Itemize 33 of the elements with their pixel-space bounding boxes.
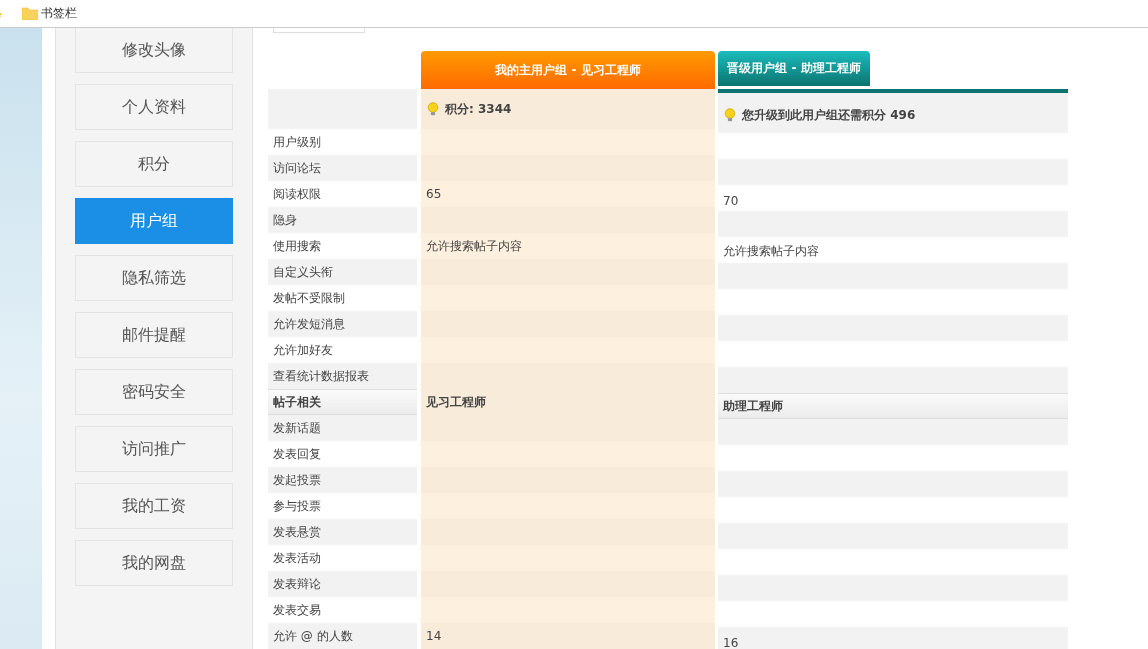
table-cell: 65 — [421, 181, 715, 207]
permission-label: 隐身 — [268, 207, 417, 233]
sidebar-item[interactable]: 邮件提醒 — [75, 312, 233, 358]
current-group-header: 我的主用户组 - 见习工程师 — [421, 51, 715, 89]
permission-label: 自定义头衔 — [268, 259, 417, 285]
section-cell: 见习工程师 — [421, 389, 715, 415]
table-cell: 允许搜索帖子内容 — [421, 233, 715, 259]
section-label: 帖子相关 — [268, 389, 417, 415]
points-needed-cell: 您升级到此用户组还需积分 496 — [718, 89, 1068, 133]
section-cell: 助理工程师 — [718, 393, 1068, 419]
lightbulb-icon — [427, 102, 439, 116]
sidebar-item[interactable]: 我的网盘 — [75, 540, 233, 586]
permission-label: 访问论坛 — [268, 155, 417, 181]
permission-label: 允许发短消息 — [268, 311, 417, 337]
table-cell: 16 — [718, 627, 1068, 649]
permission-label: 查看统计数据报表 — [268, 363, 417, 389]
bookmark-folder[interactable]: 书签栏 — [41, 5, 77, 22]
permission-label: 发新话题 — [268, 415, 417, 441]
permission-label: 发起投票 — [268, 467, 417, 493]
sidebar-item[interactable]: 个人资料 — [75, 84, 233, 130]
permission-label: 发表辩论 — [268, 571, 417, 597]
sidebar-item[interactable]: 访问推广 — [75, 426, 233, 472]
sidebar-item[interactable]: 修改头像 — [75, 28, 233, 73]
permission-label: 发表悬赏 — [268, 519, 417, 545]
lightbulb-icon — [724, 108, 736, 122]
sidebar-item[interactable]: 积分 — [75, 141, 233, 187]
sidebar-item[interactable]: 密码安全 — [75, 369, 233, 415]
sidebar-item[interactable]: 我的工资 — [75, 483, 233, 529]
permission-label: 允许 @ 的人数 — [268, 623, 417, 649]
points-cell: 积分: 3344 — [421, 89, 715, 129]
folder-icon[interactable] — [22, 7, 38, 20]
sidebar-item[interactable]: 隐私筛选 — [75, 255, 233, 301]
table-cell: 14 — [421, 623, 715, 649]
